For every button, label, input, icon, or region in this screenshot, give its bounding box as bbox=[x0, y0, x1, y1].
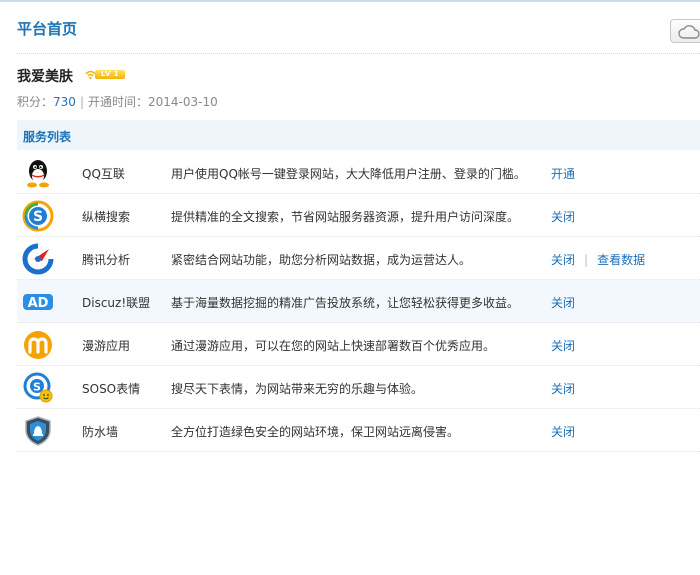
page-title: 平台首页 bbox=[17, 20, 78, 38]
svg-text:S: S bbox=[33, 209, 43, 225]
service-actions: 关闭 bbox=[551, 337, 575, 354]
close-link[interactable]: 关闭 bbox=[551, 210, 575, 224]
service-actions: 关闭 | 查看数据 bbox=[551, 251, 645, 268]
meta-separator: | bbox=[79, 95, 84, 109]
firewall-shield-icon bbox=[25, 416, 51, 446]
service-actions: 开通 bbox=[551, 165, 575, 182]
service-row-manyou: 漫游应用 通过漫游应用，可以在您的网站上快速部署数百个优秀应用。 关闭 bbox=[17, 323, 700, 366]
service-description: 紧密结合网站功能，助您分析网站数据，成为运营达人。 bbox=[171, 253, 472, 267]
page: 平台首页 我爱美肤 LV 1 积分：730 | 开通时间：2014-03-10 服务… bbox=[0, 0, 700, 575]
close-link[interactable]: 关闭 bbox=[551, 339, 575, 353]
qq-penguin-icon bbox=[27, 160, 49, 188]
close-link[interactable]: 关闭 bbox=[551, 253, 575, 267]
points-value: 730 bbox=[53, 95, 76, 109]
service-row-search: S 纵横搜索 提供精准的全文搜索，节省网站服务器资源，提升用户访问深度。 关闭 bbox=[17, 194, 700, 237]
service-name: Discuz!联盟 bbox=[82, 296, 151, 310]
close-link[interactable]: 关闭 bbox=[551, 425, 575, 439]
service-name: 防水墙 bbox=[82, 425, 119, 439]
cloud-button[interactable] bbox=[670, 19, 700, 43]
service-description: 搜尽天下表情，为网站带来无穷的乐趣与体验。 bbox=[171, 382, 424, 396]
service-row-analytics: 腾讯分析 紧密结合网站功能，助您分析网站数据，成为运营达人。 关闭 | 查看数据 bbox=[17, 237, 700, 280]
ad-union-icon: AD bbox=[23, 294, 53, 311]
service-name: 腾讯分析 bbox=[82, 253, 131, 267]
service-actions: 关闭 bbox=[551, 294, 575, 311]
tencent-analytics-icon bbox=[22, 243, 54, 275]
service-name: SOSO表情 bbox=[82, 382, 141, 396]
view-data-link[interactable]: 查看数据 bbox=[597, 253, 645, 267]
svg-text:AD: AD bbox=[28, 296, 49, 311]
soso-search-icon: S bbox=[22, 200, 54, 232]
service-row-qq-connect: QQ互联 用户使用QQ帐号一键登录网站，大大降低用户注册、登录的门槛。 开通 bbox=[17, 151, 700, 194]
manyou-app-icon bbox=[24, 331, 52, 359]
service-name: 漫游应用 bbox=[82, 339, 131, 353]
title-divider bbox=[17, 53, 700, 54]
service-actions: 关闭 bbox=[551, 380, 575, 397]
open-time-value: 2014-03-10 bbox=[148, 95, 218, 109]
level-badge: LV 1 bbox=[85, 69, 125, 80]
action-separator: | bbox=[584, 253, 589, 267]
open-time-label: 开通时间 bbox=[87, 95, 136, 109]
site-name: 我爱美肤 bbox=[17, 69, 73, 85]
service-name: 纵横搜索 bbox=[82, 210, 131, 224]
service-row-firewall: 防水墙 全方位打造绿色安全的网站环境，保卫网站远离侵害。 关闭 bbox=[17, 409, 700, 452]
cloud-icon bbox=[678, 25, 700, 39]
service-row-emoticon: S SOSO表情 搜尽天下表情，为网站带来无穷的乐趣与体验。 关闭 bbox=[17, 366, 700, 409]
close-link[interactable]: 关闭 bbox=[551, 296, 575, 310]
points-label: 积分 bbox=[17, 95, 42, 109]
svg-text:S: S bbox=[33, 381, 41, 394]
level-label: LV 1 bbox=[95, 70, 125, 79]
service-description: 提供精准的全文搜索，节省网站服务器资源，提升用户访问深度。 bbox=[171, 210, 520, 224]
service-name: QQ互联 bbox=[82, 167, 125, 181]
service-description: 用户使用QQ帐号一键登录网站，大大降低用户注册、登录的门槛。 bbox=[171, 167, 526, 181]
service-list: QQ互联 用户使用QQ帐号一键登录网站，大大降低用户注册、登录的门槛。 开通 S… bbox=[17, 151, 700, 452]
service-actions: 关闭 bbox=[551, 208, 575, 225]
soso-emoticon-icon: S bbox=[23, 372, 53, 403]
enable-link[interactable]: 开通 bbox=[551, 167, 575, 181]
service-row-union: AD Discuz!联盟 基于海量数据挖掘的精准广告投放系统，让您轻松获得更多收… bbox=[17, 280, 700, 323]
service-list-header: 服务列表 bbox=[17, 120, 700, 150]
service-description: 通过漫游应用，可以在您的网站上快速部署数百个优秀应用。 bbox=[171, 339, 496, 353]
service-list-heading: 服务列表 bbox=[23, 130, 72, 144]
top-border bbox=[0, 0, 700, 2]
close-link[interactable]: 关闭 bbox=[551, 382, 575, 396]
site-meta: 积分：730 | 开通时间：2014-03-10 bbox=[17, 95, 218, 109]
service-description: 全方位打造绿色安全的网站环境，保卫网站远离侵害。 bbox=[171, 425, 460, 439]
service-description: 基于海量数据挖掘的精准广告投放系统，让您轻松获得更多收益。 bbox=[171, 296, 520, 310]
service-actions: 关闭 bbox=[551, 423, 575, 440]
